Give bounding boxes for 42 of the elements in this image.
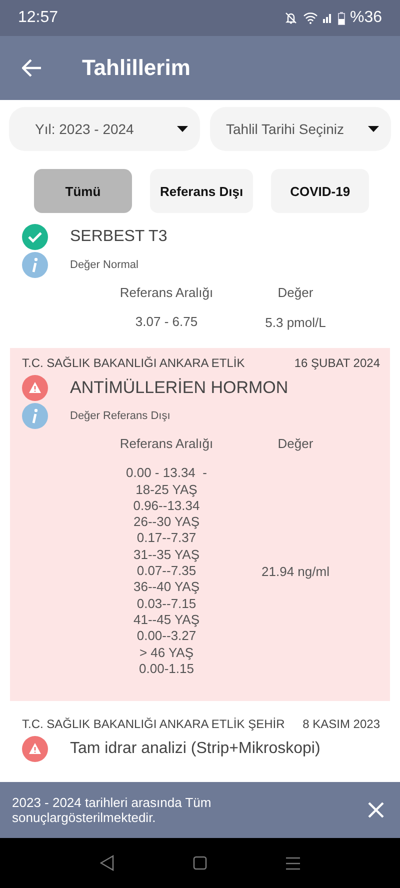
warning-icon (22, 375, 48, 402)
result-note: Değer Referans Dışı (70, 410, 170, 422)
caret-icon (177, 126, 188, 132)
test-name: SERBEST T3 (70, 228, 168, 246)
snackbar-message: 2023 - 2024 tarihleri arasında Tüm sonuçlargösterilmektedir. (12, 795, 212, 825)
institution-name: T.C. SAĞLIK BAKANLIĞI ANKARA ETLİK ŞEHİR (22, 717, 285, 732)
filter-tab[interactable]: Tümü (34, 169, 132, 213)
result-value: 5.3 pmol/L (265, 314, 326, 330)
reference-range: 3.07 - 6.75 (135, 314, 198, 330)
check-icon (22, 224, 48, 250)
warning-icon (22, 736, 48, 762)
wifi-icon (302, 12, 318, 24)
page-title: Tahlillerim (82, 55, 190, 81)
result-note: Değer Normal (70, 259, 138, 271)
filter-tab[interactable]: Referans Dışı (150, 169, 254, 213)
caret-icon (368, 126, 379, 132)
reference-range: 0.00 - 13.34 - 18-25 YAŞ 0.96--13.34 26--30 YAŞ 0.17--7.37 31--35 YAŞ 0.07--7.35 36--40 YAŞ 0.03--7.15 41--45 YAŞ 0.00--3.27 > 46 YAŞ 0.00-1.15 (126, 465, 207, 678)
column-heading: Değer (278, 436, 314, 452)
recents-icon[interactable] (286, 856, 300, 870)
institution-name: T.C. SAĞLIK BAKANLIĞI ANKARA ETLİK (22, 356, 245, 370)
result-date: 16 ŞUBAT 2024 (294, 356, 380, 370)
battery-icon (338, 12, 345, 24)
battery-percent: %36 (350, 9, 382, 27)
test-name: Tam idrar analizi (Strip+Mikroskopi) (70, 740, 320, 758)
filter-tab[interactable]: COVID-19 (271, 169, 370, 213)
result-value: 21.94 ng/ml (262, 564, 330, 579)
back-arrow-icon[interactable] (22, 59, 42, 77)
close-icon[interactable] (368, 802, 384, 818)
result-date: 8 KASIM 2023 (302, 717, 380, 732)
column-heading: Değer (278, 285, 314, 300)
info-icon (22, 403, 48, 430)
dropdown[interactable]: Tahlil Tarihi Seçiniz (210, 107, 391, 151)
signal-icon (322, 13, 333, 23)
bell-off-icon (284, 11, 298, 25)
info-icon (22, 252, 48, 278)
column-heading: Referans Aralığı (120, 436, 214, 452)
dropdown[interactable]: Yıl: 2023 - 2024 (9, 107, 200, 151)
back-icon[interactable] (100, 855, 114, 871)
status-time: 12:57 (18, 9, 58, 27)
test-name: ANTİMÜLLERİEN HORMON (70, 378, 288, 398)
column-heading: Referans Aralığı (120, 285, 214, 300)
home-icon[interactable] (192, 856, 207, 870)
